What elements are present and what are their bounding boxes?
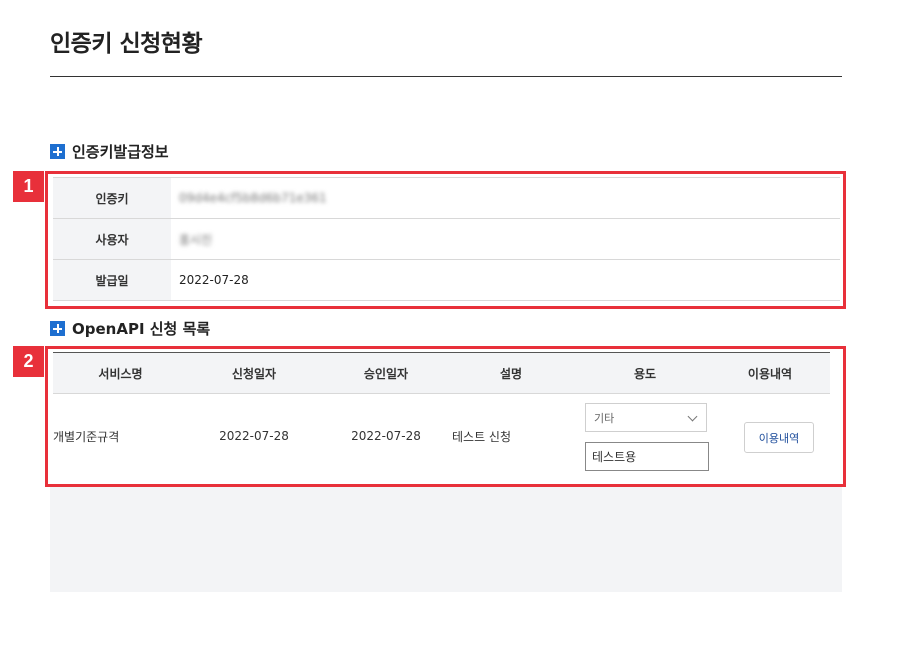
content-background <box>50 477 842 592</box>
key-info-table: 인증키 09d4e4cf5b8d6b71e361 사용자 홍시진 발급일 202… <box>53 177 840 301</box>
table-row: 인증키 09d4e4cf5b8d6b71e361 <box>53 177 840 219</box>
table-row: 개별기준규격 2022-07-28 2022-07-28 테스트 신청 기타 이… <box>53 393 830 479</box>
title-divider <box>50 76 842 77</box>
description: 테스트 신청 <box>452 429 512 444</box>
plus-icon <box>50 144 65 159</box>
table-row: 발급일 2022-07-28 <box>53 259 840 301</box>
api-list-heading: OpenAPI 신청 목록 <box>50 318 210 339</box>
key-info-heading: 인증키발급정보 <box>50 141 169 162</box>
plus-icon <box>50 321 65 336</box>
key-value: 09d4e4cf5b8d6b71e361 <box>171 177 840 219</box>
usage-history-button[interactable]: 이용내역 <box>744 422 814 453</box>
column-header-history: 이용내역 <box>747 366 793 381</box>
column-header-description: 설명 <box>499 366 523 381</box>
column-header-approve-date: 승인일자 <box>363 366 409 381</box>
service-name: 개별기준규격 <box>53 429 120 444</box>
column-header-service: 서비스명 <box>98 366 143 381</box>
usage-input[interactable] <box>585 442 709 471</box>
key-info-heading-label: 인증키발급정보 <box>72 143 169 161</box>
usage-select-value: 기타 <box>594 411 615 425</box>
annotation-marker-1: 1 <box>13 171 44 202</box>
issue-date-label: 발급일 <box>53 259 171 301</box>
api-table-header: 서비스명 신청일자 승인일자 설명 용도 이용내역 <box>53 352 830 394</box>
table-row: 사용자 홍시진 <box>53 218 840 260</box>
issue-date-value: 2022-07-28 <box>171 259 840 301</box>
key-label: 인증키 <box>53 177 171 219</box>
approve-date: 2022-07-28 <box>351 429 421 443</box>
chevron-down-icon <box>687 411 698 422</box>
column-header-usage: 용도 <box>633 366 657 381</box>
apply-date: 2022-07-28 <box>219 429 289 443</box>
key-info-panel: 인증키 09d4e4cf5b8d6b71e361 사용자 홍시진 발급일 202… <box>45 171 846 309</box>
page-title: 인증키 신청현황 <box>50 31 203 57</box>
key-value-text: 09d4e4cf5b8d6b71e361 <box>179 191 327 205</box>
api-list-heading-label: OpenAPI 신청 목록 <box>72 320 211 338</box>
api-list-panel: 서비스명 신청일자 승인일자 설명 용도 이용내역 개별기준규격 2022-07… <box>45 346 846 487</box>
usage-select[interactable]: 기타 <box>585 403 707 432</box>
column-header-apply-date: 신청일자 <box>231 366 277 381</box>
user-value-text: 홍시진 <box>179 232 213 247</box>
user-value: 홍시진 <box>171 218 840 260</box>
annotation-marker-2: 2 <box>13 346 44 377</box>
user-label: 사용자 <box>53 218 171 260</box>
